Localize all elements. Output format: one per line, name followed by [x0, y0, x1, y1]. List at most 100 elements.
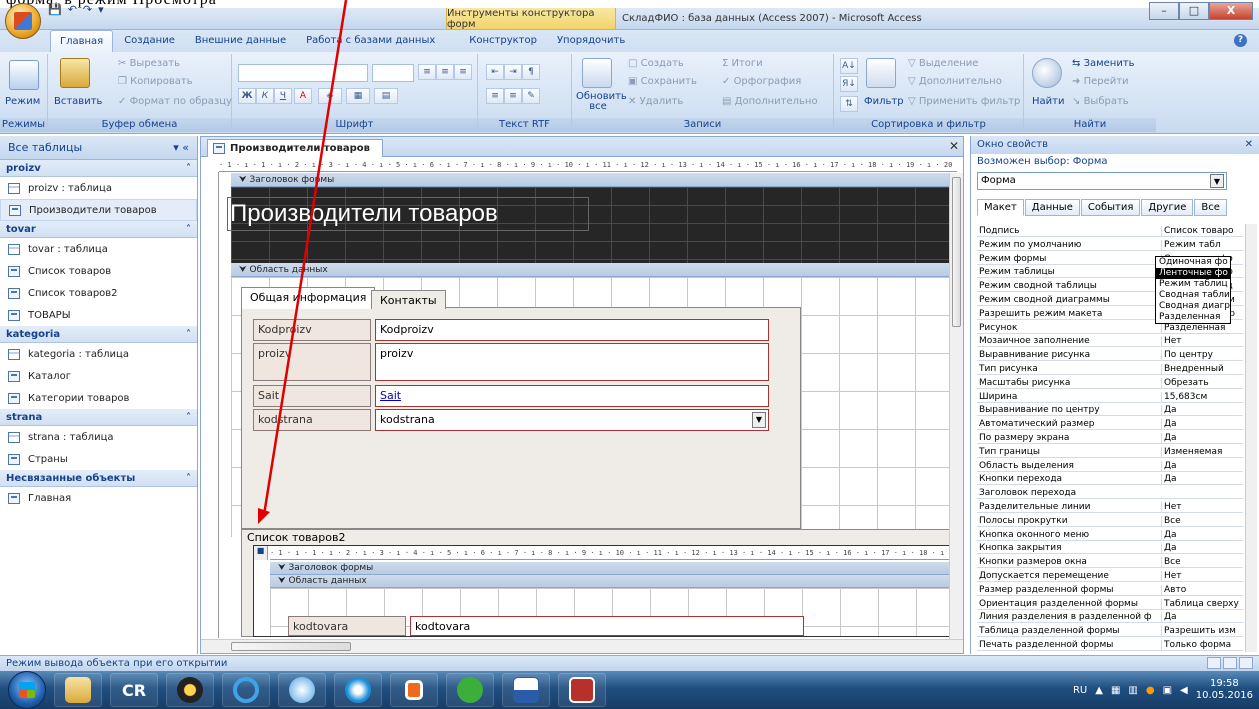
dropdown-option[interactable]: Режим таблиц [1156, 279, 1230, 290]
start-button[interactable] [8, 671, 46, 709]
subform-detail-section-bar[interactable]: ⮟ Область данных [270, 575, 956, 588]
office-button[interactable] [5, 3, 41, 39]
field-sait[interactable]: Sait [375, 385, 769, 407]
dropdown-option[interactable]: Ленточные фо [1156, 268, 1230, 279]
nav-group-strana[interactable]: strana ˄ [0, 409, 197, 426]
highlight-icon[interactable]: ✎ [522, 88, 540, 104]
field-label-sait[interactable]: Sait [253, 385, 371, 407]
property-value[interactable]: Разрешить изм [1161, 626, 1243, 638]
tab-design[interactable]: Конструктор [460, 30, 546, 52]
property-row[interactable]: Допускается перемещение Нет [977, 571, 1243, 582]
property-row[interactable]: Кнопка оконного меню Да [977, 529, 1243, 541]
copy-button[interactable]: ❐ Копировать [118, 76, 193, 87]
refresh-all-button[interactable]: Обновить все [576, 92, 627, 112]
property-row[interactable]: Автоматический размер Да [977, 419, 1243, 431]
close-properties-icon[interactable]: ✕ [1245, 136, 1253, 154]
dropdown-arrow-icon[interactable]: ▼ [1210, 174, 1224, 188]
v-scroll-thumb[interactable] [952, 177, 961, 327]
nav-item[interactable]: Каталог [0, 365, 197, 387]
nav-header[interactable]: Все таблицы ▾ « [0, 136, 197, 160]
property-row[interactable]: Мозаичное заполнение Нет [977, 336, 1243, 348]
property-value[interactable]: Да [1161, 419, 1243, 431]
tab-general-info[interactable]: Общая информация [241, 287, 376, 309]
advanced-filter-button[interactable]: ▽ Дополнительно [908, 76, 1002, 87]
field-proizv[interactable]: proizv [375, 343, 769, 381]
property-value[interactable]: Режим табл [1161, 239, 1243, 251]
field-kodstrana[interactable]: kodstrana ▼ [375, 409, 769, 431]
tab-home[interactable]: Главная [50, 30, 114, 52]
taskbar-outlook[interactable] [390, 673, 438, 707]
replace-button[interactable]: ⇆ Заменить [1072, 58, 1135, 69]
nav-item[interactable]: Список товаров2 [0, 282, 197, 304]
property-value[interactable]: Авто [1161, 584, 1243, 596]
spelling-button[interactable]: ✓ Орфография [722, 76, 801, 87]
tray-expand-icon[interactable]: ▲ [1095, 685, 1103, 696]
indent-decrease-icon[interactable]: ⇤ [486, 64, 504, 80]
dropdown-option[interactable]: Сводная табли [1156, 290, 1230, 301]
tab-contacts[interactable]: Контакты [371, 290, 446, 309]
form-view-icon[interactable] [1207, 657, 1221, 669]
property-scrollbar[interactable] [1245, 224, 1257, 652]
taskbar-media[interactable] [166, 673, 214, 707]
indent-increase-icon[interactable]: ⇥ [504, 64, 522, 80]
minimize-button[interactable]: – [1149, 2, 1179, 20]
avast-icon[interactable]: ● [1146, 685, 1155, 696]
save-icon[interactable]: 💾 [48, 3, 62, 19]
cut-button[interactable]: ✂ Вырезать [118, 58, 180, 69]
default-view-dropdown-list[interactable]: Одиночная фо Ленточные фо Режим таблиц Свод… [1155, 256, 1231, 324]
property-row[interactable]: Полосы прокрутки Все [977, 515, 1243, 527]
numbered-list-icon[interactable]: ≡ [486, 88, 504, 104]
filter-button[interactable]: Фильтр [864, 96, 904, 107]
gridlines-icon[interactable]: ▦ [346, 88, 370, 104]
dropdown-option[interactable]: Разделенная [1156, 312, 1230, 323]
clock[interactable]: 19:58 10.05.2016 [1196, 678, 1253, 702]
subform-field-label[interactable]: kodtovara [288, 616, 406, 636]
property-value[interactable]: Да [1161, 543, 1243, 555]
property-row[interactable]: Выравнивание рисунка По центру [977, 350, 1243, 362]
subform-header-section-bar[interactable]: ⮟ Заголовок формы [270, 562, 956, 575]
delete-record-button[interactable]: ✕ Удалить [628, 96, 683, 107]
object-selector[interactable]: Форма ▼ [977, 172, 1227, 190]
network-icon[interactable]: ▦ [1111, 685, 1120, 696]
property-value[interactable]: Таблица сверху [1161, 598, 1243, 610]
totals-button[interactable]: Σ Итоги [722, 58, 763, 69]
subform-label[interactable]: Список товаров2 [247, 531, 346, 544]
device-icon[interactable]: ▣ [1163, 685, 1172, 696]
nav-item[interactable]: Главная [0, 487, 197, 509]
prop-tab-other[interactable]: Другие [1141, 199, 1194, 216]
property-row[interactable]: Таблица разделенной формы Разрешить изм [977, 626, 1243, 638]
property-row[interactable]: Выравнивание по центру Да [977, 405, 1243, 417]
property-value[interactable]: Да [1161, 405, 1243, 417]
property-value[interactable]: Все [1161, 557, 1243, 569]
property-row[interactable]: Печать разделенной формы Только форма [977, 640, 1243, 651]
property-row[interactable]: Область выделения Да [977, 460, 1243, 472]
taskbar-sound[interactable] [278, 673, 326, 707]
prop-tab-events[interactable]: События [1080, 199, 1141, 216]
find-button[interactable]: Найти [1032, 96, 1064, 107]
taskbar-cr[interactable]: CR [110, 673, 158, 707]
property-value[interactable]: По центру [1161, 350, 1243, 362]
clear-sort-icon[interactable]: ⇅ [840, 96, 858, 112]
property-row[interactable]: Режим по умолчанию Режим табл [977, 239, 1243, 251]
field-kodproizv[interactable]: Kodproizv [375, 319, 769, 341]
prop-tab-layout[interactable]: Макет [977, 199, 1024, 216]
tab-arrange[interactable]: Упорядочить [548, 30, 634, 52]
underline-button[interactable]: Ч [274, 88, 292, 104]
form-header-section-bar[interactable]: ⮟ Заголовок формы [231, 173, 957, 187]
prop-tab-data[interactable]: Данные [1024, 199, 1080, 216]
align-left-icon[interactable]: ≡ [418, 64, 436, 80]
property-row[interactable]: Тип рисунка Внедренный [977, 364, 1243, 375]
nav-item[interactable]: ТОВАРЫ [0, 304, 197, 326]
customize-qat-icon[interactable]: ▾ [98, 3, 104, 19]
detail-section-bar[interactable]: ⮟ Область данных [231, 263, 957, 277]
property-value[interactable]: Все [1161, 515, 1243, 527]
taskbar-utorrent[interactable] [446, 673, 494, 707]
property-row[interactable]: Кнопка закрытия Да [977, 543, 1243, 555]
property-row[interactable]: Кнопки перехода Да [977, 474, 1243, 486]
document-tab[interactable]: Производители товаров [207, 139, 383, 157]
italic-button[interactable]: К [256, 88, 274, 104]
fill-color-icon[interactable]: ◈ [318, 88, 342, 104]
goto-button[interactable]: ➜ Перейти [1072, 76, 1129, 87]
prop-tab-all[interactable]: Все [1194, 199, 1227, 216]
nav-group-kategoria[interactable]: kategoria ˄ [0, 326, 197, 343]
